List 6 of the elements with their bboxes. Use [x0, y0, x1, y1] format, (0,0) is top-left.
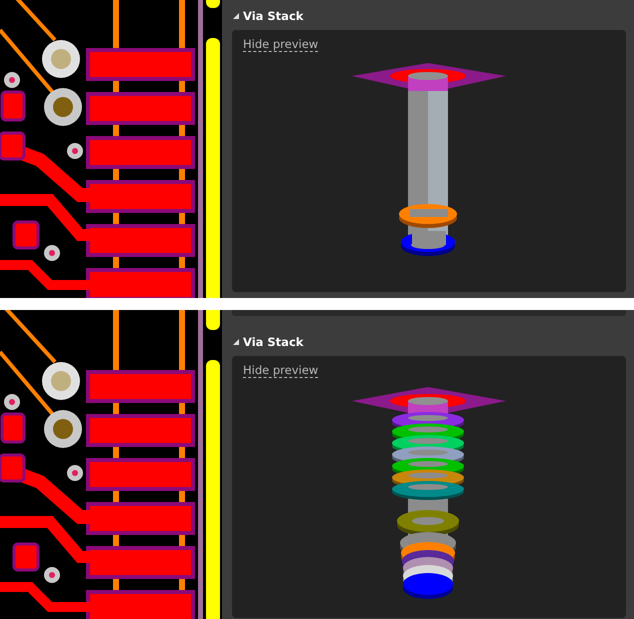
section-title: Via Stack	[243, 9, 304, 23]
hide-preview-link[interactable]: Hide preview	[243, 37, 318, 52]
section-title: Via Stack	[243, 335, 304, 349]
collapse-triangle-icon[interactable]	[233, 339, 239, 345]
collapse-triangle-icon[interactable]	[233, 13, 239, 19]
hide-preview-link[interactable]: Hide preview	[243, 363, 318, 378]
